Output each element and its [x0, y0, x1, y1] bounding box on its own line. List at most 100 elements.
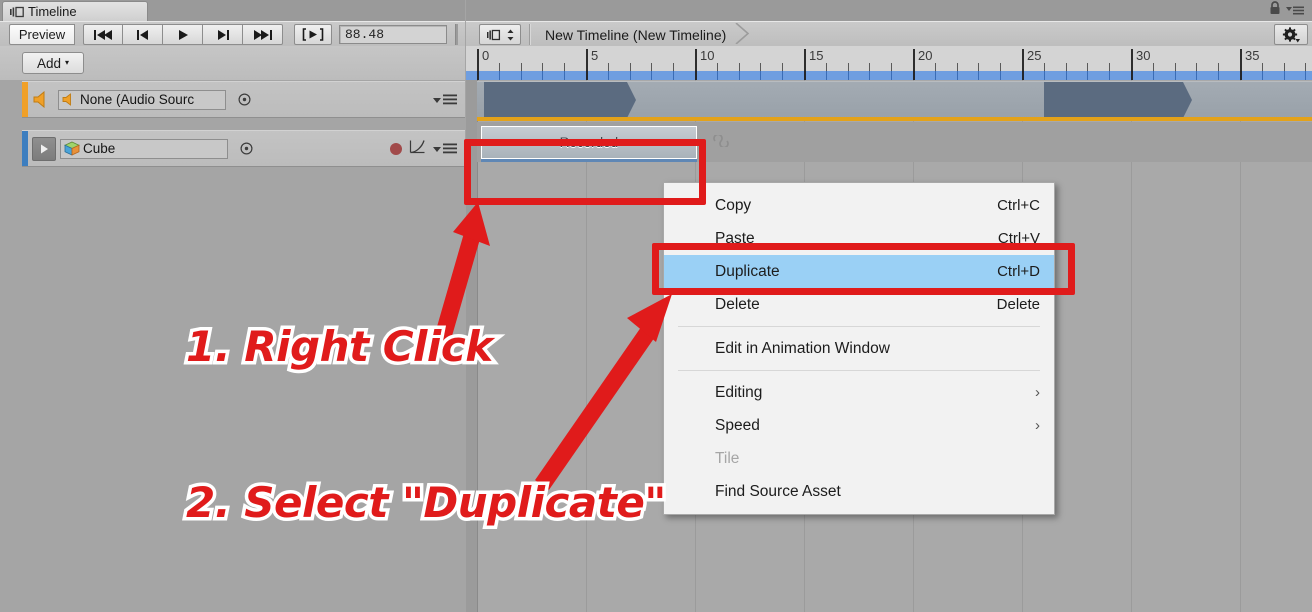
track-menu-icon[interactable]	[433, 143, 457, 154]
ruler-tick-major	[477, 49, 479, 71]
menu-item-speed[interactable]: Speed ›	[664, 409, 1054, 442]
timeline-title-bar	[466, 0, 1312, 21]
track-menu-icon[interactable]	[433, 94, 457, 105]
next-frame-button[interactable]	[203, 24, 243, 45]
scrub-band-tick	[782, 71, 784, 80]
annotation-step-2: 2. Select "Duplicate" 2. Select "Duplica…	[183, 475, 670, 531]
audio-waveform-tip	[627, 82, 637, 118]
target-icon[interactable]	[238, 93, 251, 106]
track-header-audio[interactable]: None (Audio Sourc	[22, 81, 465, 118]
chevron-right-icon: ›	[1035, 417, 1040, 434]
scrub-band-tick	[1283, 71, 1285, 80]
previous-frame-button[interactable]	[123, 24, 163, 45]
scrub-band-tick	[498, 71, 500, 80]
scrub-band-tick	[934, 71, 936, 80]
window-menu-icon[interactable]	[1286, 2, 1304, 20]
breadcrumb[interactable]: New Timeline (New Timeline)	[545, 21, 757, 47]
ruler-tick-minor	[1000, 63, 1002, 71]
scrub-band-tick	[738, 71, 740, 80]
audio-clip[interactable]	[477, 82, 1312, 118]
speaker-icon-small	[62, 93, 77, 106]
target-icon[interactable]	[240, 142, 253, 155]
scrub-band-tick	[629, 71, 631, 80]
ruler-tick-minor	[564, 63, 566, 71]
record-button[interactable]	[390, 142, 402, 155]
scrub-band-tick	[1087, 71, 1089, 80]
track-actions-animation	[390, 139, 465, 159]
menu-item-label: Edit in Animation Window	[715, 339, 890, 357]
ruler-label: 20	[918, 48, 933, 63]
scrub-band-tick	[804, 71, 806, 80]
scrub-band-tick	[913, 71, 915, 80]
scrub-band-tick	[825, 71, 827, 80]
ruler-tick-minor	[1218, 63, 1220, 71]
scrub-band-tick	[847, 71, 849, 80]
speaker-icon	[32, 89, 54, 111]
menu-separator-2	[678, 370, 1040, 371]
timeline-mode-button[interactable]	[479, 24, 521, 45]
track-color-bar-audio	[22, 82, 28, 117]
curves-icon[interactable]	[409, 139, 426, 159]
timeline-breadcrumb-bar: New Timeline (New Timeline)	[466, 21, 1312, 48]
audio-source-object-field[interactable]: None (Audio Sourc	[58, 89, 226, 110]
timeline-scrub-band[interactable]	[466, 71, 1312, 80]
cube-object-field[interactable]: Cube	[60, 138, 228, 159]
ruler-tick-minor	[1065, 63, 1067, 71]
lock-icon[interactable]	[1269, 1, 1281, 20]
clip-context-menu[interactable]: Copy Ctrl+C Paste Ctrl+V Duplicate Ctrl+D Dele…	[663, 182, 1055, 515]
ruler-label: 35	[1245, 48, 1260, 63]
preview-button[interactable]: Preview	[9, 24, 75, 45]
add-track-button[interactable]: Add ▾	[22, 52, 84, 74]
highlight-box-duplicate-item	[652, 243, 1075, 295]
scrub-band-tick	[695, 71, 697, 80]
menu-item-editing[interactable]: Editing ›	[664, 376, 1054, 409]
scrub-band-tick	[869, 71, 871, 80]
timeline-settings-button[interactable]	[1274, 24, 1308, 45]
ruler-label: 15	[809, 48, 824, 63]
menu-item-find-source-asset[interactable]: Find Source Asset	[664, 475, 1054, 508]
frame-controls: 88.48	[294, 24, 447, 45]
ruler-tick-minor	[738, 63, 740, 71]
window-corner-controls	[1269, 1, 1304, 20]
ruler-tick-minor	[869, 63, 871, 71]
track-color-bar-animation	[22, 131, 28, 166]
tab-strip: Timeline	[0, 0, 465, 21]
step-back-icon	[136, 29, 148, 40]
play-button[interactable]	[163, 24, 203, 45]
ruler-tick-minor	[1043, 63, 1045, 71]
go-to-end-button[interactable]	[243, 24, 283, 45]
menu-item-label: Editing	[715, 383, 763, 401]
play-arrow-icon[interactable]	[32, 136, 56, 161]
ruler-tick-major	[1240, 49, 1242, 71]
transport-controls	[83, 24, 283, 45]
gear-icon	[1282, 26, 1300, 42]
ruler-tick-minor	[673, 63, 675, 71]
audio-track-lane[interactable]	[477, 81, 1312, 118]
scrub-band-tick	[586, 71, 588, 80]
audio-waveform-block	[483, 82, 628, 118]
toolbar-divider	[455, 24, 458, 45]
menu-item-copy[interactable]: Copy Ctrl+C	[664, 189, 1054, 222]
add-track-label: Add	[36, 55, 61, 71]
scrub-band-tick	[1043, 71, 1045, 80]
ruler-tick-major	[913, 49, 915, 71]
scrub-band-tick	[1022, 71, 1024, 80]
timeline-ruler[interactable]: 0 5 10 15 20 25 30 35	[466, 46, 1312, 80]
go-to-start-button[interactable]	[83, 24, 123, 45]
ruler-tick-minor	[1109, 63, 1111, 71]
scrub-band-tick	[651, 71, 653, 80]
tab-label: Timeline	[28, 4, 77, 19]
track-actions-audio	[433, 94, 465, 105]
ruler-tick-minor	[629, 63, 631, 71]
frame-input[interactable]: 88.48	[339, 25, 447, 44]
play-range-button[interactable]	[294, 24, 332, 45]
ruler-tick-minor	[1174, 63, 1176, 71]
track-header-animation[interactable]: Cube	[22, 130, 465, 167]
menu-item-edit-in-animation-window[interactable]: Edit in Animation Window	[664, 332, 1054, 365]
unity-timeline-window: Timeline Preview 88.48 Add ▾ None (Audio…	[0, 0, 1312, 612]
ruler-tick-minor	[651, 63, 653, 71]
skip-to-end-icon	[253, 29, 272, 40]
tab-timeline[interactable]: Timeline	[2, 1, 148, 21]
scrub-band-tick	[673, 71, 675, 80]
ruler-tick-minor	[782, 63, 784, 71]
